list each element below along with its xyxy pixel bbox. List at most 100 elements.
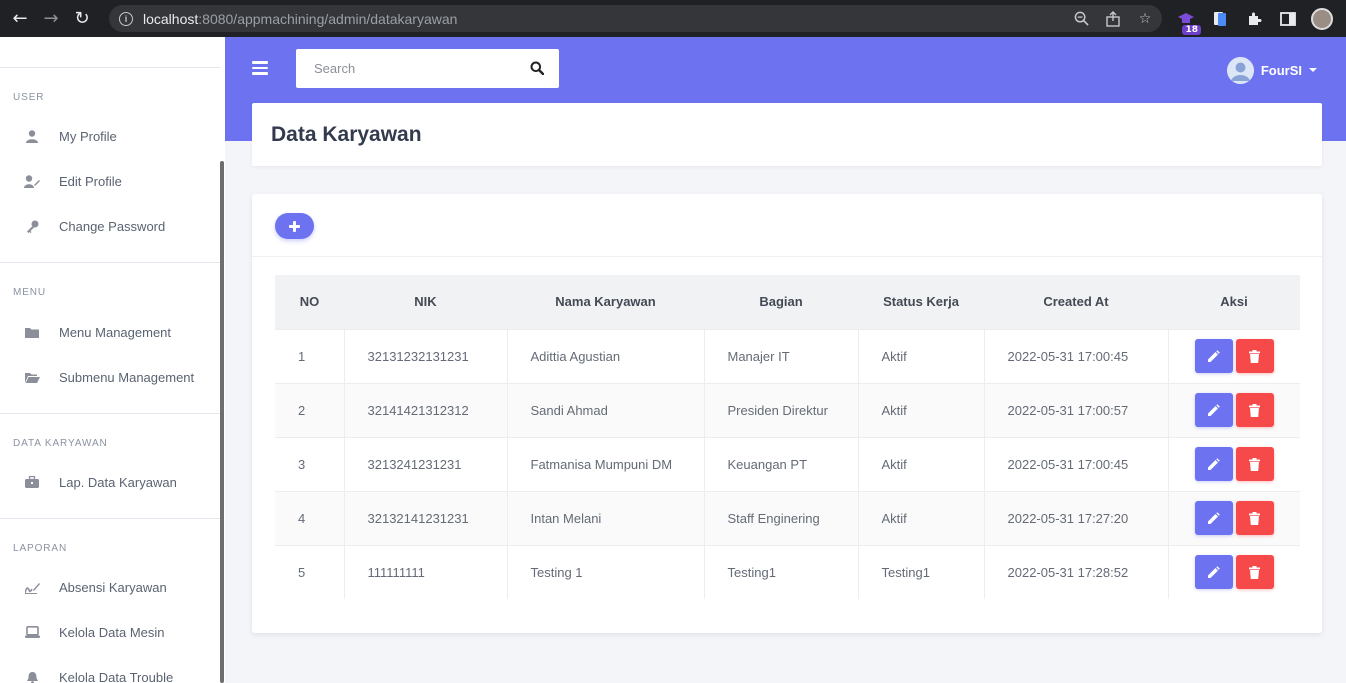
laptop-icon xyxy=(24,624,40,640)
cell-status: Testing1 xyxy=(858,544,985,599)
user-icon xyxy=(24,128,40,144)
forward-icon[interactable]: → xyxy=(40,8,62,30)
sidebar-item-kelola-data-trouble[interactable]: Kelola Data Trouble xyxy=(0,657,218,683)
reload-icon[interactable]: ↻ xyxy=(71,8,93,30)
cell-no: 4 xyxy=(275,490,345,545)
cell-no: 1 xyxy=(275,328,345,383)
sidebar-item-absensi-karyawan[interactable]: Absensi Karyawan xyxy=(0,567,218,607)
sidebar-divider xyxy=(0,413,220,414)
edit-button[interactable] xyxy=(1194,339,1233,373)
hamburger-menu-icon[interactable] xyxy=(252,61,268,75)
share-icon[interactable] xyxy=(1104,10,1122,28)
extension-graduation-icon[interactable]: 18 xyxy=(1174,7,1201,35)
delete-button[interactable] xyxy=(1235,501,1274,535)
url-text[interactable]: localhost:8080/appmachining/admin/dataka… xyxy=(143,11,457,27)
sidebar-item-label: Menu Management xyxy=(59,324,172,340)
column-header-status: Status Kerja xyxy=(858,275,984,329)
sidebar-heading-data-karyawan: DATA KARYAWAN xyxy=(13,438,108,449)
cell-nik: 111111111 xyxy=(344,544,508,599)
sidebar-divider xyxy=(0,518,220,519)
folder-open-icon xyxy=(24,369,40,385)
sidebar-scrollbar[interactable] xyxy=(220,161,224,683)
sidebar-item-edit-profile[interactable]: Edit Profile xyxy=(0,161,218,201)
cell-no: 5 xyxy=(275,544,345,599)
sidebar-item-submenu-management[interactable]: Submenu Management xyxy=(0,357,218,397)
sidebar-item-label: Kelola Data Trouble xyxy=(59,669,174,683)
user-name: FourSI xyxy=(1260,62,1302,78)
cell-nama: Intan Melani xyxy=(507,490,705,545)
site-info-icon[interactable]: i xyxy=(119,11,133,26)
folder-icon xyxy=(24,324,40,340)
sidebar-item-lap-data-karyawan[interactable]: Lap. Data Karyawan xyxy=(0,462,218,502)
sidebar-item-my-profile[interactable]: My Profile xyxy=(0,116,218,156)
bookmark-star-icon[interactable]: ☆ xyxy=(1136,10,1154,28)
profile-avatar-icon[interactable] xyxy=(1310,7,1334,31)
cell-bagian: Manajer IT xyxy=(704,328,859,383)
search-icon[interactable] xyxy=(530,61,545,76)
table-header-row: NO NIK Nama Karyawan Bagian Status Kerja… xyxy=(275,275,1300,329)
delete-button[interactable] xyxy=(1235,393,1274,427)
extension-badge: 18 xyxy=(1182,25,1201,35)
edit-button[interactable] xyxy=(1194,393,1233,427)
user-dropdown[interactable]: FourSI xyxy=(1226,56,1317,84)
sidebar-item-menu-management[interactable]: Menu Management xyxy=(0,312,218,352)
trash-icon xyxy=(1249,457,1261,471)
cell-bagian: Presiden Direktur xyxy=(704,382,859,437)
edit-button[interactable] xyxy=(1194,447,1233,481)
sidebar-divider xyxy=(0,262,220,263)
avatar xyxy=(1226,56,1254,84)
column-header-bagian: Bagian xyxy=(704,275,858,329)
card-header xyxy=(252,194,1322,257)
side-panel-icon[interactable] xyxy=(1276,7,1300,31)
cell-nik: 3213241231231 xyxy=(344,436,508,491)
extension-document-icon[interactable] xyxy=(1208,7,1232,31)
address-bar[interactable]: i localhost:8080/appmachining/admin/data… xyxy=(109,5,1162,32)
edit-button[interactable] xyxy=(1194,501,1233,535)
cell-bagian: Staff Enginering xyxy=(704,490,859,545)
delete-button[interactable] xyxy=(1235,555,1274,590)
column-header-nik: NIK xyxy=(344,275,507,329)
cell-nama: Adittia Agustian xyxy=(507,328,705,383)
cell-nama: Testing 1 xyxy=(507,544,705,599)
signature-icon xyxy=(24,579,40,595)
page-header-card: Data Karyawan xyxy=(252,103,1322,166)
cell-nama: Fatmanisa Mumpuni DM xyxy=(507,436,705,491)
cell-nik: 32131232131231 xyxy=(344,328,508,383)
cell-created: 2022-05-31 17:27:20 xyxy=(984,490,1169,545)
caret-down-icon xyxy=(1309,68,1317,72)
trash-icon xyxy=(1249,511,1261,525)
pencil-icon xyxy=(1208,349,1221,362)
search-input[interactable] xyxy=(314,61,514,76)
url-path: :8080/appmachining/admin/datakaryawan xyxy=(198,10,458,27)
sidebar-item-change-password[interactable]: Change Password xyxy=(0,206,218,246)
briefcase-icon xyxy=(24,474,40,490)
column-header-no: NO xyxy=(275,275,344,329)
column-header-nama: Nama Karyawan xyxy=(507,275,704,329)
trash-icon xyxy=(1249,565,1261,579)
add-karyawan-button[interactable] xyxy=(275,213,314,239)
delete-button[interactable] xyxy=(1235,339,1274,373)
sidebar-item-label: Kelola Data Mesin xyxy=(59,624,165,640)
sidebar-item-kelola-data-mesin[interactable]: Kelola Data Mesin xyxy=(0,612,218,652)
zoom-icon[interactable] xyxy=(1072,10,1090,28)
back-icon[interactable]: ← xyxy=(9,8,31,30)
sidebar-item-label: Edit Profile xyxy=(59,173,122,189)
sidebar-item-label: Absensi Karyawan xyxy=(59,579,167,595)
search-box xyxy=(296,49,559,88)
cell-created: 2022-05-31 17:00:57 xyxy=(984,382,1169,437)
trash-icon xyxy=(1249,349,1261,363)
edit-button[interactable] xyxy=(1194,555,1233,590)
cell-nama: Sandi Ahmad xyxy=(507,382,705,437)
sidebar-item-label: Submenu Management xyxy=(59,369,195,385)
table-row: 3 3213241231231 Fatmanisa Mumpuni DM Keuang… xyxy=(275,436,1300,491)
cell-no: 3 xyxy=(275,436,345,491)
sidebar: USER My Profile Edit Profile Change Pass… xyxy=(0,37,225,683)
table-row: 2 32141421312312 Sandi Ahmad Presiden Direk… xyxy=(275,382,1300,437)
pencil-icon xyxy=(1208,403,1221,416)
trash-icon xyxy=(1249,403,1261,417)
sidebar-heading-laporan: LAPORAN xyxy=(13,543,68,554)
pencil-icon xyxy=(1208,511,1221,524)
extensions-puzzle-icon[interactable] xyxy=(1242,7,1266,31)
delete-button[interactable] xyxy=(1235,447,1274,481)
sidebar-item-label: My Profile xyxy=(59,128,117,144)
